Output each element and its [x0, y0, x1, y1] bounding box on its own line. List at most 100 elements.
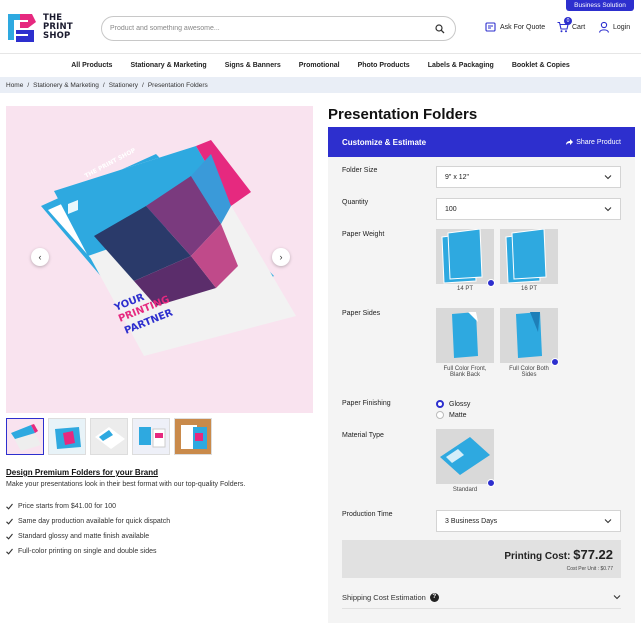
thumbnail-2[interactable]	[48, 418, 86, 455]
material-caption: Standard	[452, 487, 478, 493]
description-title: Design Premium Folders for your Brand	[6, 468, 159, 477]
print-shop-logo-icon	[8, 14, 36, 42]
breadcrumb-separator: /	[142, 81, 144, 89]
divider	[342, 608, 621, 609]
production-time-label: Production Time	[342, 511, 393, 518]
breadcrumb-current: Presentation Folders	[147, 81, 208, 89]
share-label: Share Product	[576, 138, 621, 146]
feature-text: Full-color printing on single and double…	[18, 548, 157, 555]
nav-promotional[interactable]: Promotional	[290, 54, 349, 77]
logo-line-3: SHOP	[43, 30, 71, 41]
thumbnail-5[interactable]	[174, 418, 212, 455]
breadcrumb-stationery-marketing[interactable]: Stationery & Marketing	[33, 82, 99, 89]
shipping-label: Shipping Cost Estimation	[342, 592, 426, 602]
radio-unselected	[436, 411, 444, 419]
main-nav: All Products Stationary & Marketing Sign…	[0, 53, 641, 77]
finish-glossy-radio[interactable]: Glossy	[436, 400, 470, 408]
customize-title: Customize & Estimate	[342, 137, 427, 147]
quote-icon	[485, 22, 496, 32]
selected-check-icon	[487, 479, 495, 487]
quantity-select[interactable]: 100	[436, 198, 621, 220]
business-solution-button[interactable]: Business Solution	[566, 0, 634, 11]
paper-finishing-label: Paper Finishing	[342, 400, 391, 407]
product-gallery: THE PRINT SHOP YOUR PRINTING PARTNER ‹ ›	[6, 106, 313, 413]
search-input[interactable]	[110, 25, 435, 32]
cost-per-unit: Cost Per Unit : $0.77	[566, 566, 613, 572]
sides-option-both[interactable]	[500, 308, 559, 366]
nav-labels-packaging[interactable]: Labels & Packaging	[419, 54, 503, 77]
folder-size-label: Folder Size	[342, 167, 378, 174]
weight-caption-16pt: 16 PT	[520, 286, 537, 292]
gallery-prev-button[interactable]: ‹	[31, 248, 49, 266]
sides-caption-front: Full Color Front, Blank Back	[430, 366, 500, 378]
cart-link[interactable]: 0 Cart	[557, 17, 586, 33]
sides-option-front[interactable]	[436, 308, 494, 363]
breadcrumb-stationery[interactable]: Stationery	[109, 82, 138, 89]
check-icon	[6, 548, 13, 555]
selected-check-icon	[551, 358, 559, 366]
printing-cost-value: $77.22	[573, 547, 613, 562]
check-icon	[6, 518, 13, 525]
sides-caption-both-line-2: Sides	[521, 372, 537, 378]
chevron-down-icon	[613, 595, 621, 600]
finish-matte-label: Matte	[449, 411, 467, 419]
paper-weight-label: Paper Weight	[342, 231, 385, 238]
gallery-thumbnails	[6, 418, 212, 455]
breadcrumb: Home / Stationery & Marketing / Statione…	[0, 77, 641, 93]
folder-size-select[interactable]: 9" x 12"	[436, 166, 621, 188]
finish-glossy-label: Glossy	[449, 400, 471, 408]
sides-caption-both: Full Color Both Sides	[494, 366, 564, 378]
logo[interactable]: THE PRINT SHOP	[6, 10, 73, 44]
breadcrumb-home[interactable]: Home	[6, 82, 23, 89]
user-icon	[598, 21, 610, 33]
weight-caption-14pt: 14 PT	[456, 286, 473, 292]
chevron-down-icon	[604, 519, 612, 524]
logo-text: THE PRINT SHOP	[43, 13, 73, 41]
chevron-right-icon: ›	[279, 252, 283, 262]
feature-text: Standard glossy and matte finish availab…	[18, 533, 150, 540]
cart-label: Cart	[572, 23, 586, 31]
nav-photo-products[interactable]: Photo Products	[349, 54, 419, 77]
chevron-left-icon: ‹	[38, 252, 42, 262]
quantity-value: 100	[445, 205, 457, 213]
printing-cost: Printing Cost: $77.22	[504, 547, 613, 562]
material-type-label: Material Type	[342, 432, 384, 439]
nav-all-products[interactable]: All Products	[62, 54, 121, 77]
nav-signs-banners[interactable]: Signs & Banners	[216, 54, 290, 77]
cart-count-badge: 0	[564, 17, 572, 25]
gallery-next-button[interactable]: ›	[272, 248, 290, 266]
feature-text: Same day production available for quick …	[18, 518, 171, 525]
thumbnail-4[interactable]	[132, 418, 170, 455]
shipping-estimation-toggle[interactable]: Shipping Cost Estimation ?	[342, 587, 621, 607]
cart-icon-wrap: 0	[557, 17, 572, 33]
search-icon[interactable]	[435, 23, 445, 34]
thumbnail-3[interactable]	[90, 418, 128, 455]
feature-list: Price starts from $41.00 for 100 Same da…	[6, 499, 170, 559]
weight-option-16pt[interactable]	[500, 228, 558, 284]
nav-booklet-copies[interactable]: Booklet & Copies	[503, 54, 579, 77]
share-icon	[566, 139, 574, 145]
chevron-down-icon	[604, 175, 612, 180]
login-link[interactable]: Login	[598, 21, 630, 33]
finish-matte-radio[interactable]: Matte	[436, 411, 467, 419]
search-bar[interactable]	[101, 16, 456, 41]
ask-for-quote-label: Ask For Quote	[500, 23, 546, 31]
help-icon[interactable]: ?	[429, 592, 439, 602]
thumbnail-1[interactable]	[6, 418, 44, 455]
material-option-standard[interactable]	[436, 429, 495, 487]
paper-sides-label: Paper Sides	[342, 310, 381, 317]
share-product-button[interactable]: Share Product	[565, 138, 621, 146]
sides-caption-front-line-2: Blank Back	[449, 372, 480, 378]
chevron-down-icon	[604, 207, 612, 212]
folder-product-image: THE PRINT SHOP YOUR PRINTING PARTNER	[41, 140, 296, 356]
breadcrumb-separator: /	[102, 81, 105, 89]
nav-stationary-marketing[interactable]: Stationary & Marketing	[121, 54, 215, 77]
radio-selected	[436, 400, 444, 408]
production-time-select[interactable]: 3 Business Days	[436, 510, 621, 532]
price-summary: Printing Cost: $77.22 Cost Per Unit : $0…	[342, 540, 621, 578]
printing-cost-label: Printing Cost:	[504, 551, 571, 562]
ask-for-quote-link[interactable]: Ask For Quote	[485, 21, 545, 33]
weight-option-14pt[interactable]	[436, 228, 495, 287]
feature-text: Price starts from $41.00 for 100	[18, 503, 117, 510]
login-label: Login	[613, 23, 631, 31]
